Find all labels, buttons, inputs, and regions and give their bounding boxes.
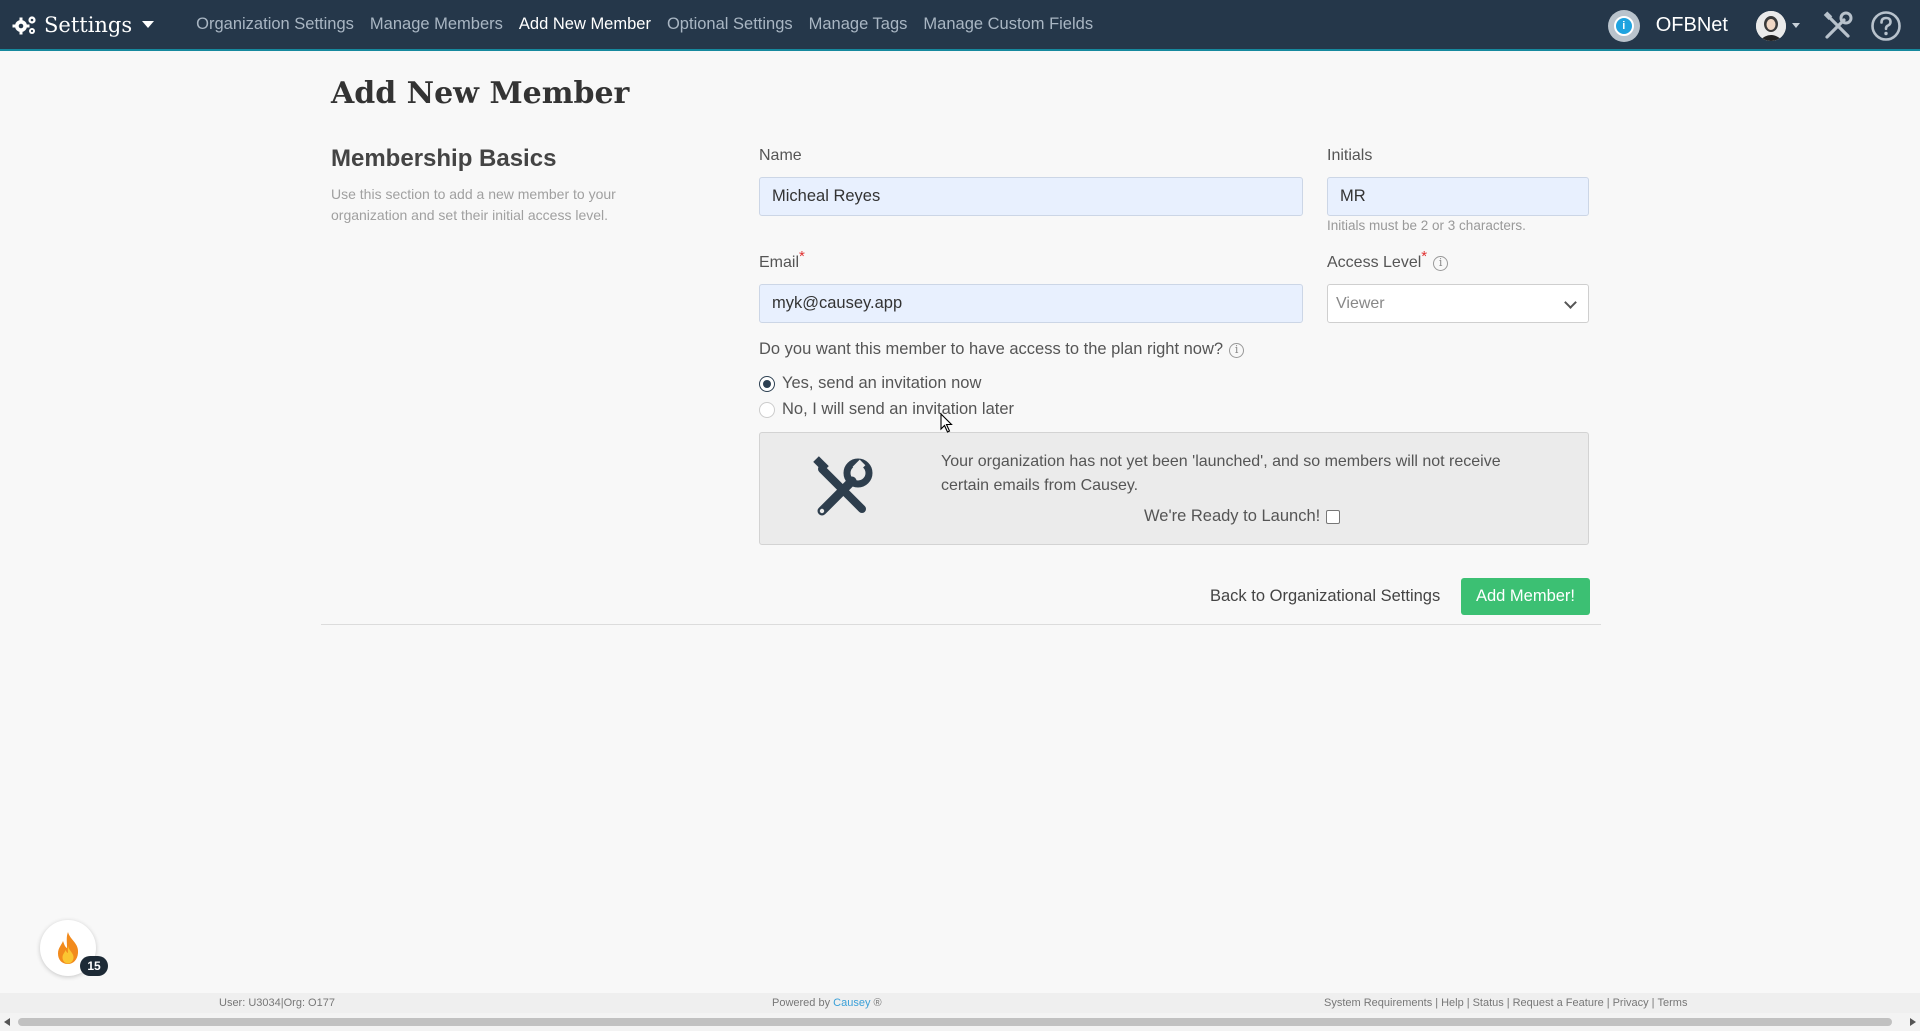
radio-button-no[interactable]	[759, 401, 775, 418]
footer-link-help[interactable]: Help	[1441, 997, 1464, 1009]
nav-right-group: i OFBNet	[1607, 0, 1920, 51]
help-icon[interactable]	[1870, 10, 1902, 42]
access-level-label: Access Level	[1327, 254, 1422, 271]
caret-down-icon	[142, 21, 155, 28]
mouse-cursor-icon	[940, 413, 953, 433]
access-level-selected: Viewer	[1336, 295, 1385, 312]
scroll-right-arrow-icon[interactable]	[1910, 1018, 1916, 1026]
flame-icon	[58, 932, 79, 964]
name-label: Name	[759, 147, 802, 164]
footer-link-privacy[interactable]: Privacy	[1613, 997, 1649, 1009]
radio-option-no[interactable]: No, I will send an invitation later	[759, 400, 1014, 419]
access-level-label-group: Access Level* i	[1327, 248, 1449, 272]
launch-checkbox-row[interactable]: We're Ready to Launch!	[1144, 507, 1341, 526]
user-avatar[interactable]	[1756, 10, 1786, 41]
launch-notice: Your organization has not yet been 'laun…	[759, 432, 1589, 545]
settings-menu-button[interactable]: Settings	[12, 12, 155, 37]
footer-link-system-requirements[interactable]: System Requirements	[1324, 997, 1432, 1009]
scroll-left-arrow-icon[interactable]	[4, 1018, 10, 1026]
access-question: Do you want this member to have access t…	[759, 340, 1245, 359]
settings-menu-label: Settings	[44, 12, 133, 37]
tools-icon	[813, 456, 873, 516]
section-description: Use this section to add a new member to …	[331, 186, 616, 223]
add-member-button[interactable]: Add Member!	[1461, 578, 1590, 615]
launch-checkbox-label: We're Ready to Launch!	[1144, 507, 1321, 525]
initials-label: Initials	[1327, 147, 1373, 164]
required-marker: *	[1421, 248, 1428, 265]
footer-link-terms[interactable]: Terms	[1658, 997, 1688, 1009]
email-label-group: Email*	[759, 248, 805, 272]
chevron-down-icon	[1564, 296, 1577, 309]
scrollbar-thumb[interactable]	[18, 1018, 1892, 1026]
launch-checkbox[interactable]	[1326, 509, 1341, 524]
required-marker: *	[799, 248, 805, 265]
settings-nav-links: Organization Settings Manage Members Add…	[196, 15, 1109, 34]
radio-label-no: No, I will send an invitation later	[782, 400, 1015, 418]
initials-help-text: Initials must be 2 or 3 characters.	[1327, 218, 1526, 233]
streak-badge[interactable]: 15	[40, 920, 108, 976]
user-menu-caret-icon[interactable]	[1792, 23, 1800, 28]
name-input[interactable]: Micheal Reyes	[759, 177, 1303, 216]
nav-link-organization-settings[interactable]: Organization Settings	[196, 15, 354, 34]
user-avatar-icon	[1756, 10, 1786, 41]
top-navbar: Settings Organization Settings Manage Me…	[0, 0, 1920, 51]
page-title: Add New Member	[331, 76, 630, 111]
nav-link-optional-settings[interactable]: Optional Settings	[667, 15, 793, 34]
footer-causey-link[interactable]: Causey	[833, 997, 870, 1009]
footer-user-info: User: U3034|Org: O177	[219, 997, 335, 1009]
radio-label-yes: Yes, send an invitation now	[782, 374, 982, 392]
nav-link-add-new-member[interactable]: Add New Member	[519, 15, 651, 34]
footer-link-status[interactable]: Status	[1473, 997, 1504, 1009]
section-divider	[321, 624, 1601, 625]
back-to-org-settings-button[interactable]: Back to Organizational Settings	[1202, 578, 1448, 614]
horizontal-scrollbar[interactable]	[0, 1013, 1920, 1031]
access-level-select[interactable]: Viewer	[1327, 284, 1589, 323]
gears-icon	[12, 15, 36, 34]
footer: User: U3034|Org: O177 Powered by Causey …	[0, 993, 1920, 1013]
footer-link-request-feature[interactable]: Request a Feature	[1513, 997, 1604, 1009]
org-name[interactable]: OFBNet	[1656, 14, 1728, 37]
footer-powered-prefix: Powered by	[772, 997, 831, 1009]
info-icon[interactable]: i	[1229, 343, 1245, 358]
radio-option-yes[interactable]: Yes, send an invitation now	[759, 374, 981, 393]
nav-link-manage-custom-fields[interactable]: Manage Custom Fields	[923, 15, 1093, 34]
nav-link-manage-members[interactable]: Manage Members	[370, 15, 503, 34]
organization-badge-icon[interactable]: i	[1607, 9, 1640, 42]
access-question-text: Do you want this member to have access t…	[759, 340, 1224, 358]
section-title: Membership Basics	[331, 145, 557, 172]
nav-link-manage-tags[interactable]: Manage Tags	[809, 15, 908, 34]
email-input[interactable]: myk@causey.app	[759, 284, 1303, 323]
footer-powered-by: Powered by Causey ®	[772, 997, 882, 1009]
footer-links: System Requirements | Help | Status | Request …	[1324, 997, 1688, 1009]
email-label: Email	[759, 254, 800, 271]
tools-icon[interactable]	[1822, 10, 1854, 42]
launch-notice-message: Your organization has not yet been 'laun…	[941, 453, 1501, 494]
streak-count: 15	[80, 956, 108, 976]
radio-button-yes[interactable]	[759, 375, 775, 392]
info-icon[interactable]: i	[1433, 256, 1449, 271]
initials-input[interactable]: MR	[1327, 177, 1589, 216]
footer-powered-suffix: ®	[873, 997, 882, 1009]
